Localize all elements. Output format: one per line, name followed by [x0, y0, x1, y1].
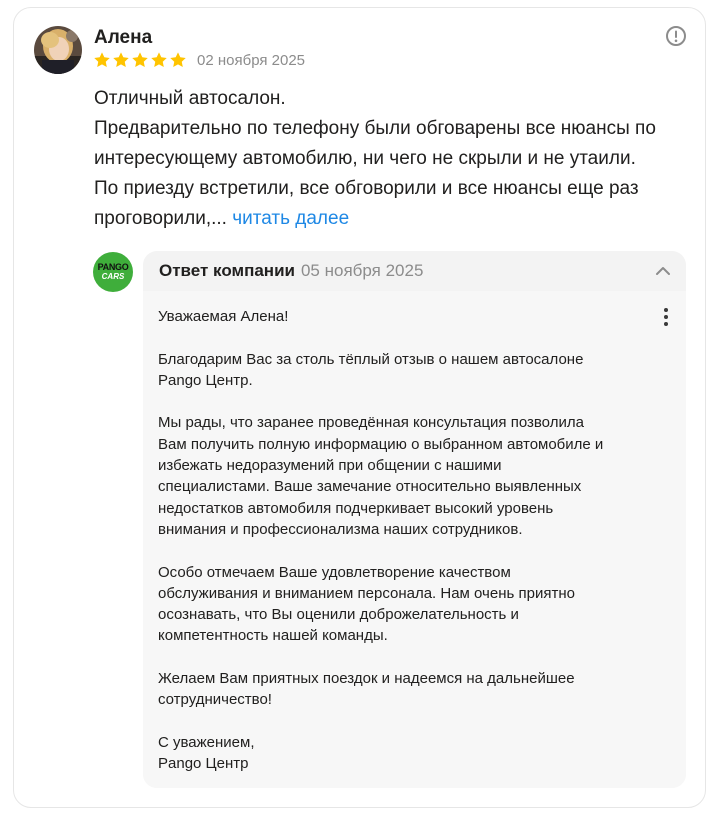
- reply-text-line: Вам получить полную информацию о выбранн…: [158, 435, 604, 453]
- reply-text-line: [158, 391, 658, 412]
- logo-bottom-text: CARS: [101, 272, 125, 281]
- review-text-last-line: проговорили,... читать далее: [94, 204, 694, 234]
- review-text-truncated: проговорили,...: [94, 208, 227, 229]
- review-text-line: интересующему автомобилю, ни чего не скр…: [94, 148, 636, 169]
- star-icon: [93, 51, 111, 69]
- exclamation-circle-icon[interactable]: [665, 25, 687, 47]
- reply-text-line: [158, 711, 658, 732]
- rating-stars: [93, 51, 187, 69]
- reply-text: Уважаемая Алена! Благодарим Вас за столь …: [158, 306, 658, 775]
- review-text-line: Отличный автосалон.: [94, 88, 286, 109]
- reply-text-line: [158, 327, 658, 348]
- vertical-dots-icon[interactable]: [660, 306, 672, 328]
- reply-body: Уважаемая Алена! Благодарим Вас за столь …: [143, 291, 686, 788]
- read-more-link[interactable]: читать далее: [232, 208, 349, 229]
- star-icon: [150, 51, 168, 69]
- reply-text-line: обслуживания и вниманием персонала. Нам …: [158, 584, 575, 602]
- reply-text-line: Мы рады, что заранее проведённая консуль…: [158, 414, 584, 432]
- company-logo: PANGO CARS: [93, 252, 133, 292]
- reply-text-line: Благодарим Вас за столь тёплый отзыв о н…: [158, 350, 584, 368]
- reply-text-line: Pango Центр.: [158, 371, 253, 389]
- reply-text-line: сотрудничество!: [158, 691, 272, 709]
- reply-text-line: Желаем Вам приятных поездок и надеемся н…: [158, 670, 575, 688]
- review-date: 02 ноября 2025: [197, 52, 306, 69]
- reply-text-line: С уважением,: [158, 733, 255, 751]
- reply-text-line: осознавать, что Вы оценили доброжелатель…: [158, 606, 519, 624]
- author-avatar[interactable]: [34, 26, 82, 74]
- reply-text-line: специалистами. Ваше замечание относитель…: [158, 478, 582, 496]
- reply-text-line: избежать недоразумений при общении с наш…: [158, 457, 502, 475]
- logo-top-text: PANGO: [97, 262, 129, 272]
- reply-text-line: внимания и профессионализма наших сотруд…: [158, 520, 523, 538]
- reply-header[interactable]: Ответ компании 05 ноября 2025: [159, 261, 423, 283]
- reply-text-line: Особо отмечаем Ваше удовлетворение качес…: [158, 563, 511, 581]
- star-icon: [112, 51, 130, 69]
- review-text-line: Предварительно по телефону были обговаре…: [94, 118, 656, 139]
- reply-text-line: Уважаемая Алена!: [158, 308, 289, 325]
- star-icon: [131, 51, 149, 69]
- reply-title: Ответ компании: [159, 261, 295, 280]
- reply-date: 05 ноября 2025: [300, 261, 424, 280]
- author-name[interactable]: Алена: [94, 27, 152, 49]
- reply-text-line: недостатков автомобиля подчеркивает высо…: [158, 499, 554, 517]
- chevron-up-icon[interactable]: [654, 262, 672, 280]
- star-icon: [169, 51, 187, 69]
- reply-text-line: [158, 540, 658, 561]
- reply-text-line: компетентность нашей команды.: [158, 627, 388, 645]
- company-reply: Ответ компании 05 ноября 2025 Уважаемая А…: [143, 251, 686, 788]
- review-text-line: По приезду встретили, все обговорили и в…: [94, 178, 639, 199]
- reply-text-line: [158, 647, 658, 668]
- review-text: Отличный автосалон. Предварительно по те…: [94, 84, 694, 234]
- reply-text-line: Pango Центр: [158, 755, 249, 773]
